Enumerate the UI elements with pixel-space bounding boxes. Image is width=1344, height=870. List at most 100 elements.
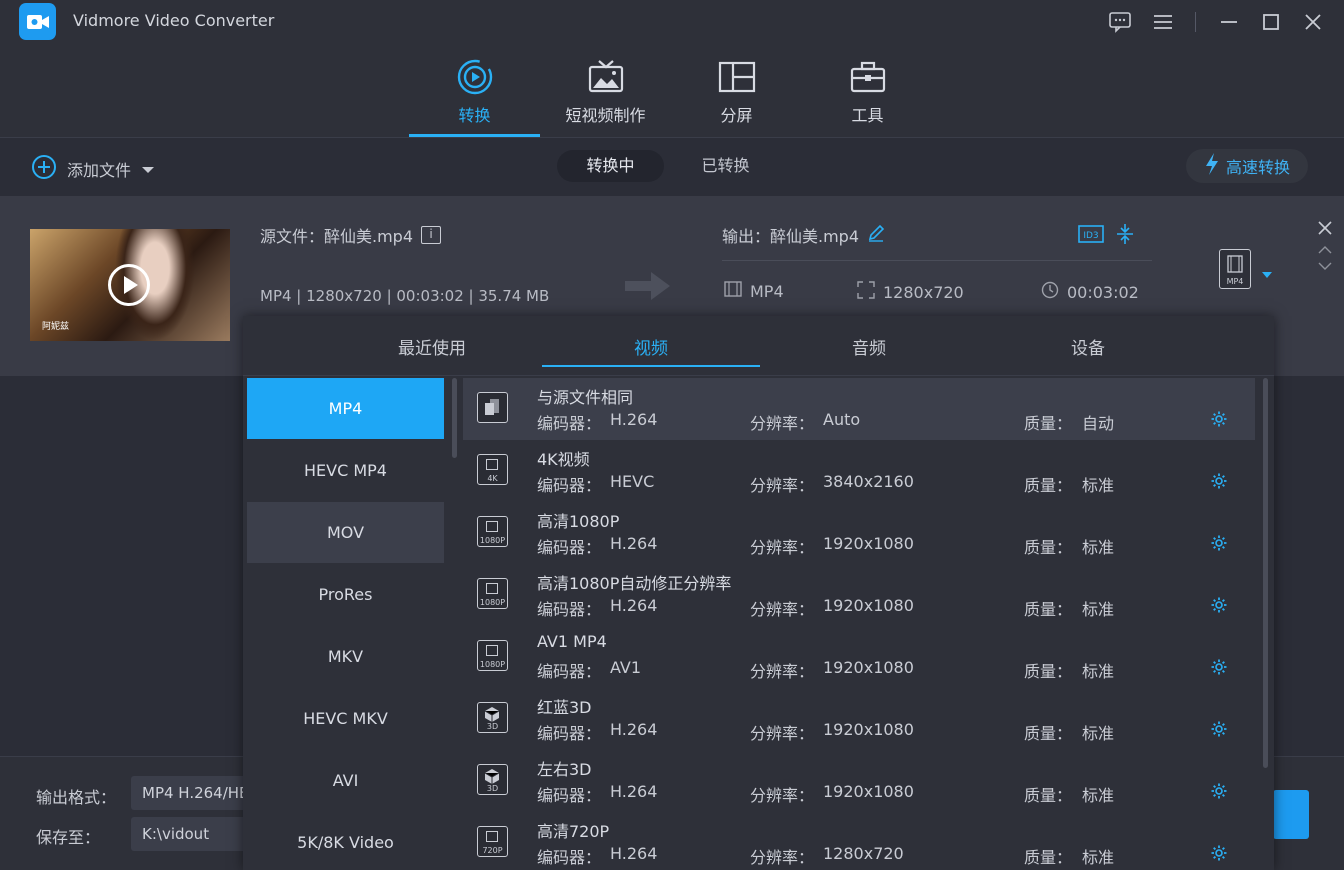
quality-value: 标准: [1082, 662, 1115, 681]
gear-icon[interactable]: [1210, 410, 1228, 428]
toolbox-icon: [849, 58, 887, 96]
output-format-select[interactable]: MP4 H.264/HE: [131, 776, 261, 810]
gear-icon[interactable]: [1210, 472, 1228, 490]
quality-value: 标准: [1082, 848, 1115, 867]
clock-icon: [1041, 281, 1059, 303]
output-format-badge-label: MP4: [1226, 277, 1244, 286]
format-item-mp4[interactable]: MP4: [247, 378, 444, 439]
edit-icon[interactable]: [867, 224, 885, 246]
tab-convert-label: 转换: [458, 106, 491, 125]
gear-icon[interactable]: [1210, 596, 1228, 614]
source-meta: MP4 | 1280x720 | 00:03:02 | 35.74 MB: [260, 287, 550, 305]
preset-row[interactable]: 3D 左右3D 编码器： H.264 分辨率： 1920x1080 质量： 标准: [463, 750, 1255, 812]
preset-row[interactable]: 4K 4K视频 编码器： HEVC 分辨率： 3840x2160 质量： 标准: [463, 440, 1255, 502]
format-list: MP4 HEVC MP4 MOV ProRes MKV HEVC MKV AVI…: [247, 378, 444, 870]
tab-audio[interactable]: 音频: [760, 334, 978, 359]
format-item-mkv[interactable]: MKV: [247, 626, 444, 687]
tab-toolbox[interactable]: 工具: [802, 56, 933, 137]
format-item-avi[interactable]: AVI: [247, 750, 444, 811]
output-format-label: 输出格式：: [36, 788, 117, 807]
tab-recent[interactable]: 最近使用: [323, 334, 541, 359]
format-list-scrollbar[interactable]: [452, 378, 457, 458]
feedback-icon[interactable]: [1106, 8, 1134, 36]
preset-row[interactable]: 1080P 高清1080P 编码器： H.264 分辨率： 1920x1080 质量： 标准: [463, 502, 1255, 564]
format-item-5k8k[interactable]: 5K/8K Video: [247, 812, 444, 870]
cube-3d-icon: 3D: [477, 702, 508, 733]
save-to-label: 保存至：: [36, 828, 101, 847]
preset-row[interactable]: 1080P AV1 MP4 编码器： AV1 分辨率： 1920x1080 质量： 标准: [463, 626, 1255, 688]
add-file-label: 添加文件: [67, 161, 132, 180]
toolbar: 添加文件 转换中 已转换 高速转换: [0, 138, 1344, 195]
close-icon[interactable]: [1299, 8, 1327, 36]
output-format-badge[interactable]: MP4: [1219, 249, 1251, 289]
source-file-name: 源文件：醉仙美.mp4: [260, 227, 414, 246]
encoder-label: 编码器：: [537, 724, 602, 743]
quality-value: 标准: [1082, 724, 1115, 743]
convert-all-button[interactable]: [1273, 790, 1309, 839]
gear-icon[interactable]: [1210, 534, 1228, 552]
gear-icon[interactable]: [1210, 720, 1228, 738]
gear-icon[interactable]: [1210, 844, 1228, 862]
encoder-label: 编码器：: [537, 414, 602, 433]
move-down-icon[interactable]: [1318, 256, 1332, 275]
resolution-value: 1920x1080: [823, 534, 914, 553]
quality-label: 质量：: [1024, 538, 1073, 557]
id3-icon[interactable]: ID3: [1078, 224, 1104, 248]
resolution-label: 分辨率：: [750, 414, 815, 433]
quality-label: 质量：: [1024, 724, 1073, 743]
add-file-button[interactable]: 添加文件: [31, 154, 155, 184]
title-bar: Vidmore Video Converter 转换 短视频制作 分屏 工具: [0, 0, 1344, 138]
preset-row[interactable]: 720P 高清720P 编码器： H.264 分辨率： 1280x720 质量： 标准: [463, 812, 1255, 870]
gear-icon[interactable]: [1210, 658, 1228, 676]
format-item-mov[interactable]: MOV: [247, 502, 444, 563]
output-duration-value: 00:03:02: [1067, 282, 1139, 302]
tab-converting[interactable]: 转换中: [557, 150, 664, 182]
output-file-name: 输出：醉仙美.mp4: [722, 227, 860, 246]
popup-tabs: 最近使用 视频 音频 设备: [243, 316, 1274, 376]
output-resolution-value: 1280x720: [883, 282, 964, 302]
tab-mv[interactable]: 短视频制作: [540, 56, 671, 137]
chevron-down-icon[interactable]: [141, 160, 155, 179]
format-dropdown-icon[interactable]: [1261, 264, 1273, 283]
preset-row[interactable]: 1080P 高清1080P自动修正分辨率 编码器： H.264 分辨率： 1920x108…: [463, 564, 1255, 626]
resolution-label: 分辨率：: [750, 786, 815, 805]
output-file: 输出：醉仙美.mp4: [722, 223, 885, 247]
film-icon: [1227, 255, 1243, 273]
preset-row[interactable]: 与源文件相同 编码器： H.264 分辨率： Auto 质量： 自动: [463, 378, 1255, 440]
arrow-right-icon: [625, 270, 671, 302]
maximize-icon[interactable]: [1257, 8, 1285, 36]
format-item-prores[interactable]: ProRes: [247, 564, 444, 625]
menu-icon[interactable]: [1149, 8, 1177, 36]
format-item-hevc-mp4[interactable]: HEVC MP4: [247, 440, 444, 501]
resolution-value: 1920x1080: [823, 596, 914, 615]
resolution-label: 分辨率：: [750, 538, 815, 557]
thumbnail-watermark: 阿妮兹: [42, 322, 70, 332]
remove-icon[interactable]: [1317, 220, 1333, 240]
resolution-value: 1280x720: [823, 844, 904, 863]
preset-list: 与源文件相同 编码器： H.264 分辨率： Auto 质量： 自动 4K 4K视频 编码器： HE…: [463, 378, 1255, 870]
info-icon[interactable]: i: [421, 226, 442, 244]
minimize-icon[interactable]: [1215, 8, 1243, 36]
play-icon[interactable]: [108, 264, 150, 306]
format-item-hevc-mkv[interactable]: HEVC MKV: [247, 688, 444, 749]
quality-label: 质量：: [1024, 600, 1073, 619]
save-to-field[interactable]: K:\vidout: [131, 817, 261, 851]
tab-collage[interactable]: 分屏: [671, 56, 802, 137]
fast-convert-button[interactable]: 高速转换: [1186, 149, 1308, 183]
resolution-value: 1920x1080: [823, 658, 914, 677]
tab-converted[interactable]: 已转换: [672, 150, 779, 182]
preset-row[interactable]: 3D 红蓝3D 编码器： H.264 分辨率： 1920x1080 质量： 标准: [463, 688, 1255, 750]
encoder-label: 编码器：: [537, 538, 602, 557]
tab-video[interactable]: 视频: [542, 334, 760, 367]
preset-name: 与源文件相同: [537, 388, 634, 407]
tab-convert[interactable]: 转换: [409, 56, 540, 137]
resolution-label: 分辨率：: [750, 600, 815, 619]
gear-icon[interactable]: [1210, 782, 1228, 800]
preset-list-scrollbar[interactable]: [1263, 378, 1268, 768]
lightning-icon: [1204, 152, 1220, 180]
preset-name: 4K视频: [537, 450, 590, 469]
video-thumbnail[interactable]: 阿妮兹: [30, 229, 230, 341]
tab-device[interactable]: 设备: [979, 334, 1197, 359]
compress-icon[interactable]: [1115, 223, 1135, 249]
divider: [722, 260, 1152, 261]
